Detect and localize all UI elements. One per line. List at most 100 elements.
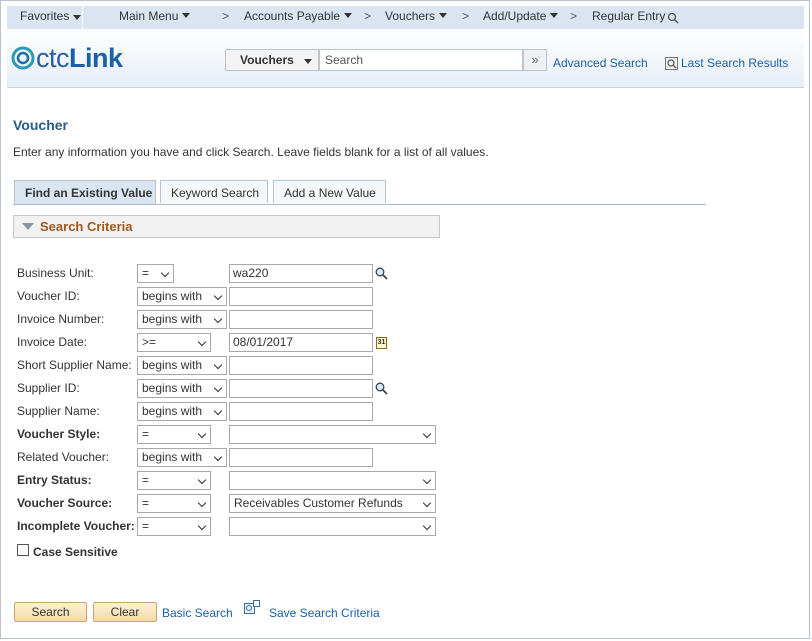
supplier-id-input[interactable] xyxy=(229,379,373,398)
short-supplier-name-input[interactable] xyxy=(229,356,373,375)
related-voucher-input[interactable] xyxy=(229,448,373,467)
chevron-down-icon xyxy=(422,429,432,439)
business-unit-input[interactable]: wa220 xyxy=(229,264,373,283)
supplier-name-operator[interactable]: begins with xyxy=(137,402,227,421)
incomplete-voucher-select[interactable] xyxy=(229,517,436,536)
favorites-menu[interactable]: Favorites xyxy=(7,6,83,29)
chevron-down-icon xyxy=(422,521,432,531)
invoice-date-input[interactable]: 08/01/2017 xyxy=(229,333,373,352)
invoice-number-operator[interactable]: begins with xyxy=(137,310,227,329)
chevron-down-icon xyxy=(197,429,207,439)
voucher-source-select[interactable]: Receivables Customer Refunds xyxy=(229,494,436,513)
search-button[interactable]: Search xyxy=(14,602,87,622)
breadcrumb-separator: > xyxy=(570,9,578,23)
tab-add-new-value[interactable]: Add a New Value xyxy=(273,180,386,203)
chevron-down-icon xyxy=(160,268,170,278)
related-voucher-label: Related Voucher: xyxy=(17,450,110,464)
top-navigation-bar: Favorites Main Menu > Accounts Payable >… xyxy=(7,6,804,29)
chevron-down-icon xyxy=(422,498,432,508)
chevron-down-icon xyxy=(213,291,223,301)
ctclink-logo: ctcLink xyxy=(10,43,123,74)
tab-find-existing-value[interactable]: Find an Existing Value xyxy=(14,180,156,204)
supplier-name-input[interactable] xyxy=(229,402,373,421)
incomplete-voucher-operator[interactable]: = xyxy=(137,517,211,536)
voucher-source-label: Voucher Source: xyxy=(17,496,113,510)
invoice-date-label: Invoice Date: xyxy=(17,335,88,349)
chevron-down-icon xyxy=(197,337,207,347)
voucher-source-operator[interactable]: = xyxy=(137,494,211,513)
business-unit-label: Business Unit: xyxy=(17,266,94,280)
voucher-id-input[interactable] xyxy=(229,287,373,306)
entry-status-operator[interactable]: = xyxy=(137,471,211,490)
logo-link-text: Link xyxy=(69,43,123,73)
chevron-down-icon xyxy=(213,383,223,393)
logo-ctc-text: ctc xyxy=(36,43,70,73)
magnifier-icon[interactable] xyxy=(375,267,388,280)
invoice-number-label: Invoice Number: xyxy=(17,312,105,326)
entry-status-label: Entry Status: xyxy=(17,473,92,487)
chevron-down-icon xyxy=(197,521,207,531)
breadcrumb-separator: > xyxy=(462,9,470,23)
voucher-style-select[interactable] xyxy=(229,425,436,444)
business-unit-operator[interactable]: = xyxy=(137,264,174,283)
search-criteria-header[interactable]: Search Criteria xyxy=(13,215,440,238)
chevron-down-icon xyxy=(213,360,223,370)
tab-keyword-search[interactable]: Keyword Search xyxy=(160,180,268,203)
supplier-id-operator[interactable]: begins with xyxy=(137,379,227,398)
search-category-select[interactable]: Vouchers xyxy=(225,49,319,71)
entry-status-select[interactable] xyxy=(229,471,436,490)
header-bar: ctcLink Vouchers Search » Advanced Searc… xyxy=(7,29,804,88)
breadcrumb-regular-entry[interactable]: Regular Entry xyxy=(592,9,665,23)
chevron-down-icon xyxy=(197,498,207,508)
breadcrumb-vouchers[interactable]: Vouchers xyxy=(385,9,448,23)
clear-button[interactable]: Clear xyxy=(93,602,157,622)
advanced-search-link[interactable]: Advanced Search xyxy=(553,56,648,70)
incomplete-voucher-label: Incomplete Voucher: xyxy=(17,519,135,533)
chevron-down-icon xyxy=(182,13,191,18)
breadcrumb-add-update[interactable]: Add/Update xyxy=(483,9,559,23)
basic-search-link[interactable]: Basic Search xyxy=(162,606,233,620)
favorites-label[interactable]: Favorites xyxy=(20,9,69,23)
breadcrumb-separator: > xyxy=(222,9,230,23)
case-sensitive-checkbox[interactable] xyxy=(17,544,29,556)
last-search-results-icon xyxy=(665,57,678,70)
save-search-criteria-link[interactable]: Save Search Criteria xyxy=(269,606,380,620)
search-criteria-title: Search Criteria xyxy=(40,219,133,234)
voucher-id-label: Voucher ID: xyxy=(17,289,80,303)
page-title: Voucher xyxy=(13,117,68,133)
calendar-icon[interactable]: 31 xyxy=(376,337,387,349)
search-input[interactable]: Search xyxy=(319,49,523,71)
chevron-down-icon xyxy=(73,15,81,20)
chevron-down-icon xyxy=(550,13,559,18)
window-frame xyxy=(0,0,810,639)
voucher-id-operator[interactable]: begins with xyxy=(137,287,227,306)
chevron-down-icon xyxy=(439,13,448,18)
chevron-down-icon xyxy=(197,475,207,485)
main-menu[interactable]: Main Menu xyxy=(119,9,191,23)
invoice-date-operator[interactable]: >= xyxy=(137,333,211,352)
page-instructions: Enter any information you have and click… xyxy=(13,145,489,159)
magnifier-icon[interactable] xyxy=(667,12,679,24)
breadcrumb-accounts-payable[interactable]: Accounts Payable xyxy=(244,9,353,23)
short-supplier-name-label: Short Supplier Name: xyxy=(17,358,132,372)
case-sensitive-label: Case Sensitive xyxy=(33,545,118,559)
supplier-name-label: Supplier Name: xyxy=(17,404,100,418)
chevron-down-icon xyxy=(344,13,353,18)
chevron-down-icon xyxy=(213,452,223,462)
related-voucher-operator[interactable]: begins with xyxy=(137,448,227,467)
save-search-criteria-icon[interactable] xyxy=(244,600,260,615)
search-category-value: Vouchers xyxy=(240,53,294,67)
search-tabs: Find an Existing Value Keyword Search Ad… xyxy=(13,180,706,205)
voucher-style-operator[interactable]: = xyxy=(137,425,211,444)
magnifier-icon[interactable] xyxy=(375,382,388,395)
search-go-button[interactable]: » xyxy=(523,49,547,71)
invoice-number-input[interactable] xyxy=(229,310,373,329)
last-search-results-link[interactable]: Last Search Results xyxy=(681,56,788,70)
logo-swirl-icon xyxy=(11,46,35,70)
chevron-down-icon xyxy=(213,406,223,416)
short-supplier-name-operator[interactable]: begins with xyxy=(137,356,227,375)
chevron-down-icon xyxy=(213,314,223,324)
voucher-style-label: Voucher Style: xyxy=(17,427,101,441)
breadcrumb-separator: > xyxy=(364,9,372,23)
collapse-triangle-icon xyxy=(22,223,34,230)
